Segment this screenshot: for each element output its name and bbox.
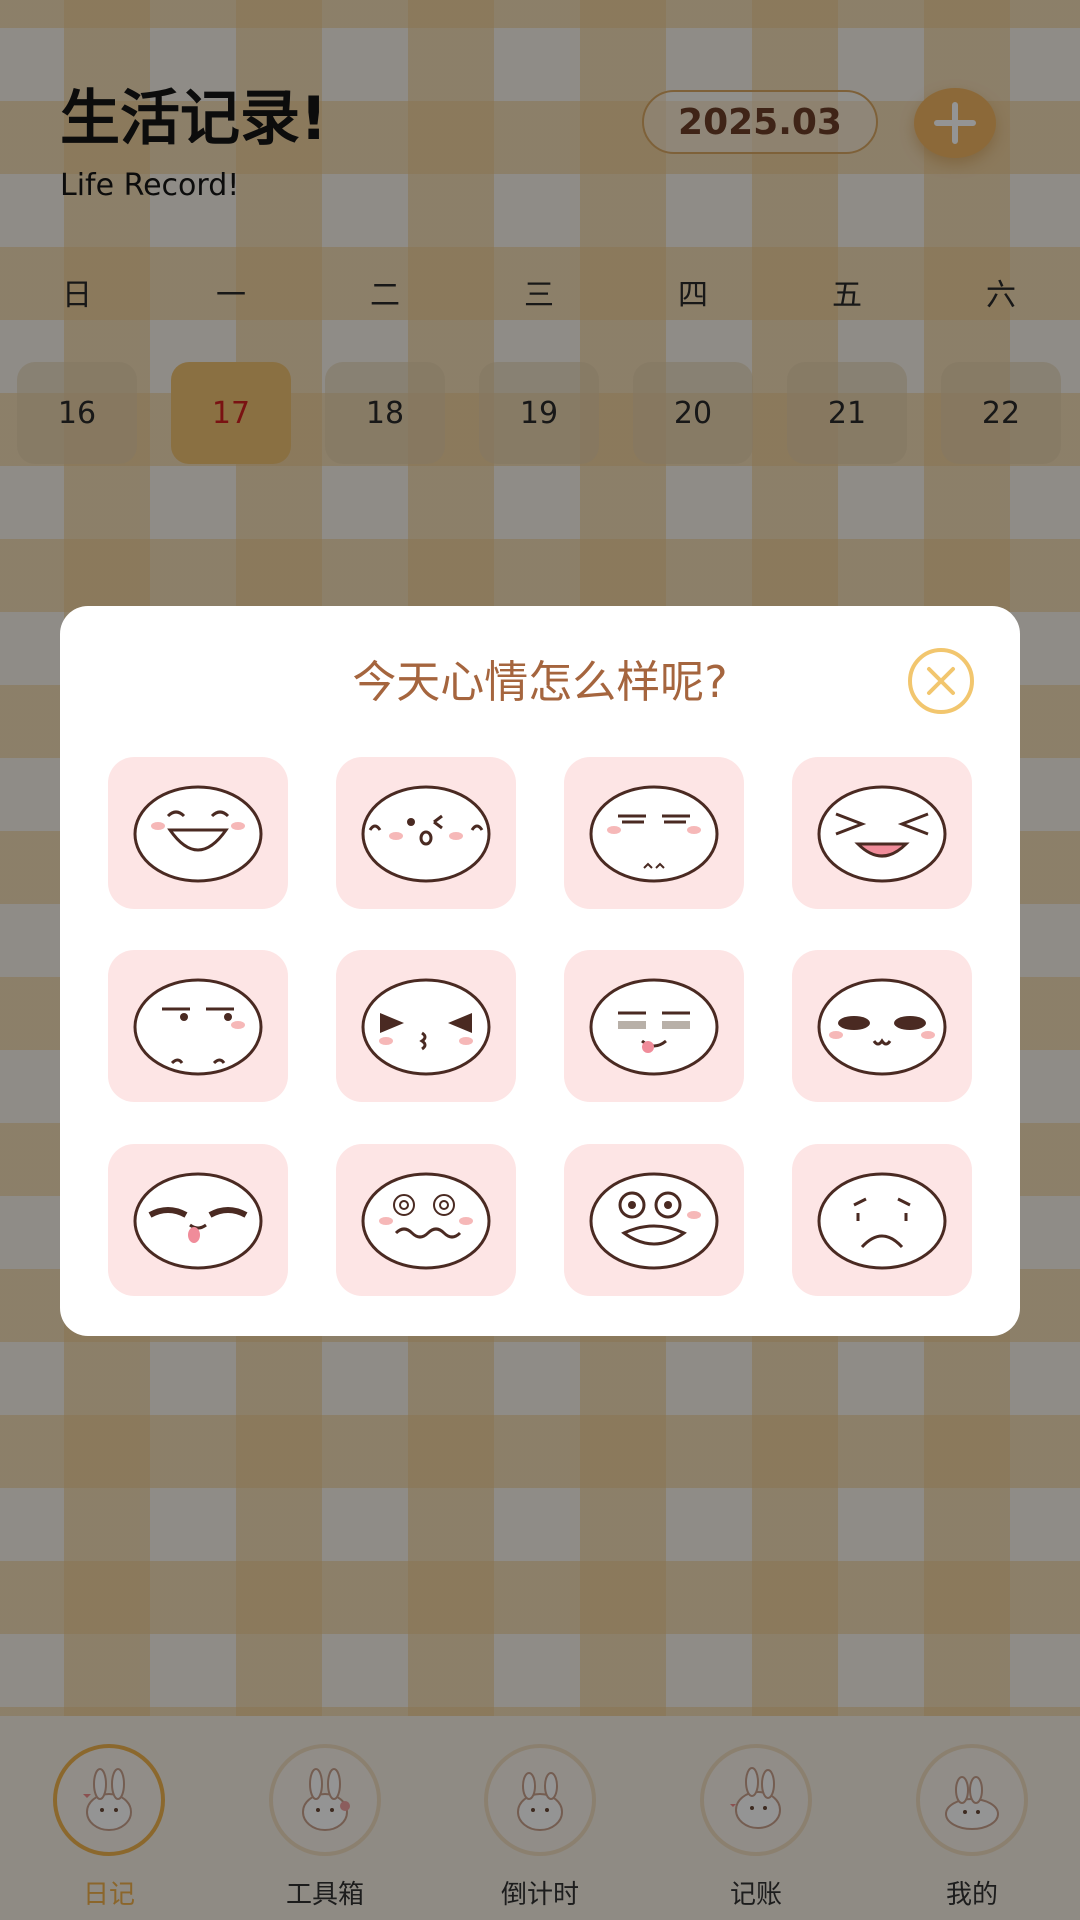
smirk-face-icon	[589, 785, 719, 883]
squint-laugh-face-icon	[817, 785, 947, 883]
mood-option[interactable]	[108, 1144, 288, 1296]
mood-dialog-title: 今天心情怎么样呢?	[352, 657, 728, 708]
mood-option[interactable]	[108, 757, 288, 909]
close-circle-icon	[927, 667, 955, 695]
app-root: 生活记录! Life Record! 2025.03 日 一 二 三 四 五 六…	[0, 0, 1080, 1920]
laughing-face-icon	[133, 785, 263, 883]
mood-option[interactable]	[336, 757, 516, 909]
shocked-face-icon	[589, 1172, 719, 1270]
tongue-out-face-icon	[589, 978, 719, 1076]
kiss-squint-face-icon	[361, 978, 491, 1076]
mood-option[interactable]	[564, 950, 744, 1102]
close-button[interactable]	[908, 648, 974, 714]
mood-option[interactable]	[108, 950, 288, 1102]
mood-option[interactable]	[564, 1144, 744, 1296]
side-eye-face-icon	[133, 978, 263, 1076]
mood-picker-dialog: 今天心情怎么样呢?	[60, 606, 1020, 1336]
mood-option[interactable]	[792, 950, 972, 1102]
blush-face-icon	[817, 978, 947, 1076]
wink-face-icon	[361, 785, 491, 883]
dizzy-face-icon	[361, 1172, 491, 1270]
sad-face-icon	[817, 1172, 947, 1270]
mood-option[interactable]	[564, 757, 744, 909]
mood-option[interactable]	[336, 950, 516, 1102]
sleepy-tongue-face-icon	[133, 1172, 263, 1270]
mood-option[interactable]	[792, 1144, 972, 1296]
mood-option[interactable]	[336, 1144, 516, 1296]
mood-option[interactable]	[792, 757, 972, 909]
